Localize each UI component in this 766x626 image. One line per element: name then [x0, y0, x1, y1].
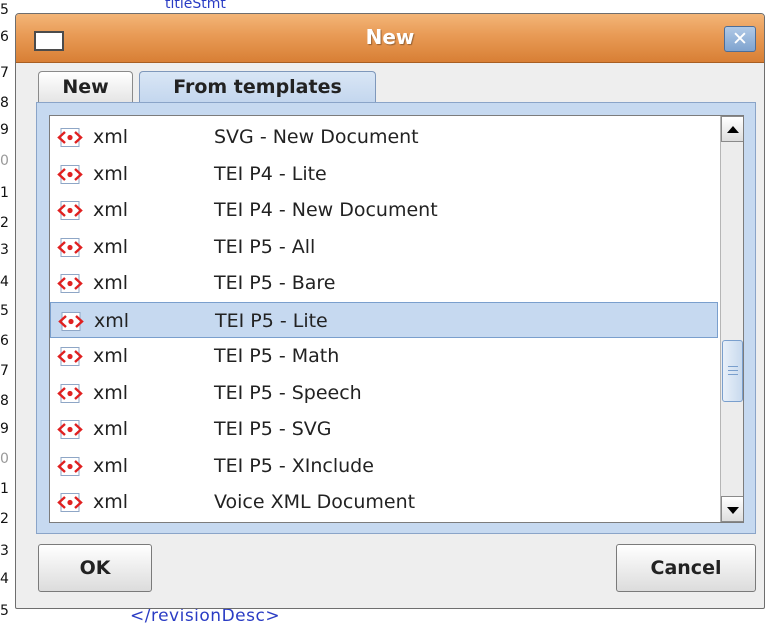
editor-line-gutter: 5 6 7 8 9 0 1 2 3 4 5 6 7 8 9 0 1 2 3 4 5 [0, 0, 14, 626]
editor-code-top: titleStmt [165, 0, 226, 12]
xml-file-icon [57, 128, 83, 147]
template-type: xml [93, 199, 129, 221]
template-type: xml [93, 454, 129, 477]
template-row[interactable]: xml TEI P5 - Math [50, 338, 718, 374]
xml-file-icon [58, 311, 84, 331]
template-row[interactable]: xml TEI P5 - Bare [50, 265, 718, 301]
gutter-line-number: 7 [0, 363, 9, 379]
template-row[interactable]: xml Voice XML Document [50, 484, 718, 520]
ok-button[interactable]: OK [38, 544, 152, 592]
gutter-line-number: 3 [0, 543, 9, 559]
gutter-line-number: 0 [0, 153, 9, 169]
template-row[interactable]: xml TEI P4 - Lite [50, 156, 718, 192]
xml-file-icon [57, 383, 83, 403]
scroll-up-button[interactable] [721, 116, 743, 142]
template-name: TEI P5 - Math [214, 345, 340, 367]
template-name: TEI P4 - Lite [214, 162, 327, 185]
cancel-button[interactable]: Cancel [616, 544, 756, 592]
tab-from-templates[interactable]: From templates [139, 71, 376, 103]
template-type: xml [93, 126, 129, 148]
thumb-grip [728, 366, 738, 367]
arrow-up-icon [727, 126, 739, 133]
gutter-line-number: 8 [0, 393, 9, 409]
tab-new[interactable]: New [38, 71, 133, 103]
xml-file-icon [57, 420, 83, 439]
xml-file-icon [57, 237, 83, 257]
template-type: xml [93, 235, 129, 258]
dialog-titlebar[interactable]: New ✕ [16, 14, 764, 63]
template-type: xml [93, 345, 129, 367]
template-name: SVG - New Document [214, 126, 419, 148]
template-row[interactable]: xml TEI P5 - Lite [50, 301, 718, 338]
xml-file-icon [57, 274, 83, 293]
template-row[interactable]: xml TEI P5 - XInclude [50, 448, 718, 484]
gutter-line-number: 5 [0, 303, 9, 319]
template-name: Voice XML Document [214, 491, 416, 513]
new-document-dialog: New ✕ New From templates xml SVG - New Do… [15, 13, 765, 609]
xml-file-icon [57, 456, 83, 476]
scroll-down-button[interactable] [721, 496, 743, 522]
template-row[interactable]: xml TEI P5 - All [50, 229, 718, 265]
template-name: TEI P5 - Speech [214, 381, 362, 404]
template-name: TEI P5 - XInclude [214, 454, 374, 477]
thumb-grip [728, 374, 738, 375]
template-name: TEI P5 - Bare [214, 272, 336, 294]
xml-file-icon [57, 347, 83, 366]
template-type: xml [93, 162, 129, 185]
gutter-line-number: 1 [0, 481, 9, 497]
template-name: TEI P4 - New Document [214, 199, 438, 221]
templates-panel: xml SVG - New Document xml TEI P4 - Lite xml… [36, 102, 756, 534]
scrollbar-thumb[interactable] [722, 340, 743, 402]
gutter-line-number: 9 [0, 122, 9, 138]
template-type: xml [94, 309, 130, 332]
gutter-line-number: 2 [0, 215, 9, 231]
gutter-line-number: 3 [0, 242, 9, 258]
template-type: xml [93, 418, 129, 440]
template-row[interactable]: xml SVG - New Document [50, 119, 718, 155]
xml-file-icon [57, 201, 83, 220]
close-button[interactable]: ✕ [724, 26, 756, 52]
gutter-line-number: 6 [0, 29, 9, 45]
template-row[interactable]: xml TEI P5 - Speech [50, 375, 718, 411]
gutter-line-number: 5 [0, 2, 9, 18]
gutter-line-number: 8 [0, 95, 9, 111]
editor-code-bottom: </revisionDesc> [130, 606, 281, 626]
xml-file-icon [57, 164, 83, 184]
gutter-line-number: 5 [0, 603, 9, 619]
thumb-grip [728, 370, 738, 371]
xml-file-icon [57, 493, 83, 512]
template-name: TEI P5 - SVG [214, 418, 332, 440]
templates-list[interactable]: xml SVG - New Document xml TEI P4 - Lite xml… [49, 115, 744, 523]
template-type: xml [93, 272, 129, 294]
template-row[interactable]: xml TEI P4 - New Document [50, 192, 718, 228]
gutter-line-number: 4 [0, 571, 9, 587]
gutter-line-number: 7 [0, 65, 9, 81]
template-type: xml [93, 491, 129, 513]
template-row[interactable]: xml TEI P5 - SVG [50, 411, 718, 447]
dialog-title: New [365, 25, 415, 49]
templates-scrollbar[interactable] [720, 116, 743, 522]
gutter-line-number: 4 [0, 274, 9, 290]
gutter-line-number: 0 [0, 451, 9, 467]
template-name: TEI P5 - All [214, 235, 316, 258]
gutter-line-number: 6 [0, 333, 9, 349]
gutter-line-number: 9 [0, 421, 9, 437]
gutter-line-number: 2 [0, 511, 9, 527]
arrow-down-icon [727, 507, 739, 514]
gutter-line-number: 1 [0, 185, 9, 201]
template-name: TEI P5 - Lite [215, 309, 328, 332]
template-type: xml [93, 381, 129, 404]
